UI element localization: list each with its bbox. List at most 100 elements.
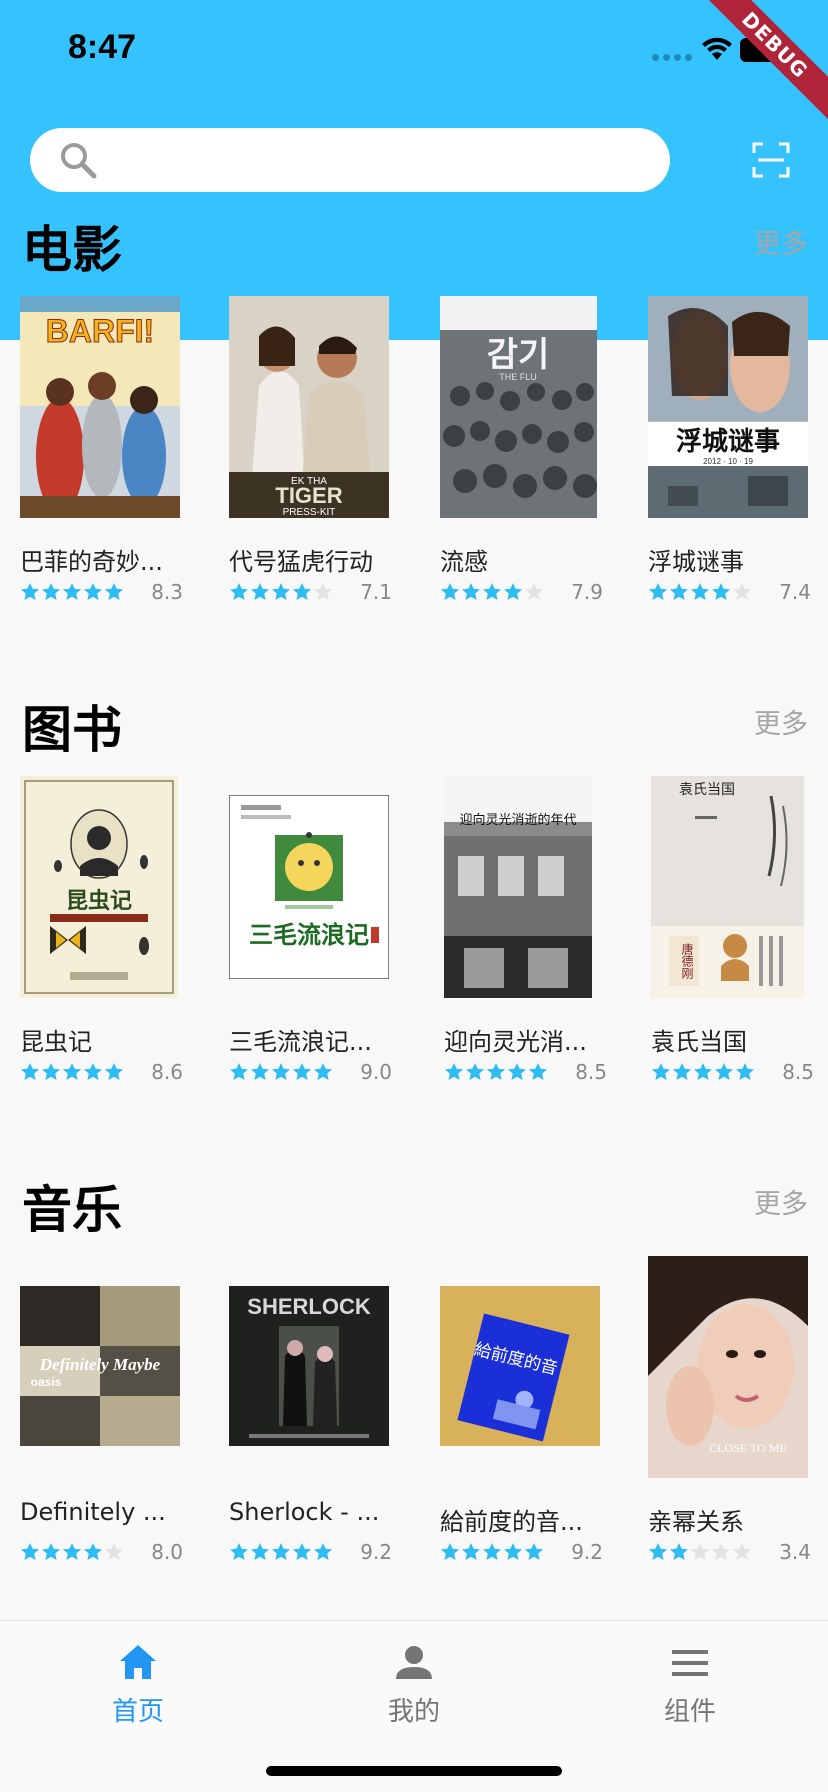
star-icon	[314, 1543, 332, 1560]
home-icon	[120, 1645, 156, 1679]
card-title: Definitely ...	[20, 1498, 166, 1526]
star-icon	[525, 583, 543, 600]
svg-text:oasis: oasis	[31, 1375, 62, 1389]
star-icon	[441, 1543, 459, 1560]
rating-stars: 8.5	[651, 1060, 816, 1088]
star-icon	[504, 583, 522, 600]
star-icon	[230, 1543, 248, 1560]
star-icon	[462, 583, 480, 600]
menu-icon	[672, 1650, 708, 1676]
tab-mine[interactable]: 我的	[344, 1641, 484, 1728]
star-icon	[652, 1063, 670, 1080]
star-icon	[293, 1543, 311, 1560]
star-icon	[230, 583, 248, 600]
star-icon	[441, 583, 459, 600]
tab-components[interactable]: 组件	[620, 1641, 760, 1728]
album-cover: CLOSE TO ME	[648, 1256, 808, 1478]
star-icon	[733, 1543, 751, 1560]
svg-text:浮城谜事: 浮城谜事	[676, 427, 780, 457]
svg-text:2012 · 10 · 19: 2012 · 10 · 19	[703, 457, 753, 466]
star-icon	[673, 1063, 691, 1080]
poster-image: 감기 THE FLU	[440, 296, 597, 518]
star-icon	[84, 583, 102, 600]
star-icon	[293, 1063, 311, 1080]
section-title-books: 图书	[22, 701, 122, 759]
card-title: 流感	[440, 548, 488, 576]
home-indicator	[266, 1766, 562, 1776]
star-icon	[670, 1543, 688, 1560]
star-icon	[251, 1543, 269, 1560]
star-icon	[712, 583, 730, 600]
star-icon	[42, 1063, 60, 1080]
status-time: 8:47	[68, 28, 137, 66]
rating-stars: 7.4	[648, 580, 813, 608]
star-icon	[483, 1543, 501, 1560]
rating-stars: 3.4	[648, 1540, 813, 1568]
tab-mine-label: 我的	[387, 1697, 440, 1727]
star-icon	[314, 583, 332, 600]
star-icon	[483, 583, 501, 600]
star-icon	[712, 1543, 730, 1560]
star-icon	[504, 1543, 522, 1560]
rating-stars: 8.0	[20, 1540, 185, 1568]
rating-value: 8.3	[151, 580, 183, 604]
card-title: 亲幂关系	[648, 1508, 744, 1536]
star-icon	[105, 1543, 123, 1560]
rating-stars: 9.0	[229, 1060, 394, 1088]
tab-home-label: 首页	[111, 1697, 164, 1727]
person-icon	[396, 1646, 432, 1679]
scan-icon[interactable]	[752, 142, 790, 178]
svg-text:昆虫记: 昆虫记	[66, 888, 132, 914]
card-title: 浮城谜事	[648, 548, 744, 576]
star-icon	[466, 1063, 484, 1080]
star-icon	[63, 583, 81, 600]
star-icon	[63, 1543, 81, 1560]
rating-value: 7.4	[779, 580, 811, 604]
card-title: 袁氏当国	[651, 1028, 747, 1056]
star-icon	[670, 583, 688, 600]
album-cover: Definitely Maybe oasis	[20, 1286, 180, 1446]
rating-value: 8.0	[151, 1540, 183, 1564]
star-icon	[649, 1543, 667, 1560]
cover-image: 昆虫记	[20, 776, 178, 998]
star-icon	[525, 1543, 543, 1560]
star-icon	[251, 583, 269, 600]
card-title: 昆虫记	[20, 1028, 92, 1056]
tab-home[interactable]: 首页	[68, 1641, 208, 1728]
wifi-icon	[702, 37, 732, 60]
star-icon	[21, 1543, 39, 1560]
poster-image: 浮城谜事 2012 · 10 · 19	[648, 296, 808, 518]
more-books-link[interactable]: 更多	[754, 702, 808, 741]
rating-value: 3.4	[779, 1540, 811, 1564]
star-icon	[42, 583, 60, 600]
star-icon	[272, 583, 290, 600]
search-input[interactable]	[30, 128, 670, 192]
star-icon	[21, 583, 39, 600]
star-icon	[272, 1063, 290, 1080]
section-title-movies: 电影	[22, 221, 122, 279]
cover-image: 三毛流浪记	[229, 795, 389, 979]
star-icon	[508, 1063, 526, 1080]
more-movies-link[interactable]: 更多	[754, 222, 808, 261]
rating-stars: 9.2	[229, 1540, 394, 1568]
star-icon	[715, 1063, 733, 1080]
svg-text:THE FLU: THE FLU	[499, 372, 537, 382]
svg-text:TIGER: TIGER	[275, 483, 342, 508]
rating-stars: 9.2	[440, 1540, 605, 1568]
status-bar: 8:47	[0, 0, 828, 100]
more-music-link[interactable]: 更多	[754, 1182, 808, 1221]
cover-image: 袁氏当国 唐德刚	[651, 776, 804, 998]
star-icon	[529, 1063, 547, 1080]
rating-value: 7.9	[571, 580, 603, 604]
poster-image: EK THA TIGER PRESS-KIT	[229, 296, 389, 518]
star-icon	[230, 1063, 248, 1080]
card-title: 代号猛虎行动	[229, 548, 373, 576]
star-icon	[691, 583, 709, 600]
star-icon	[84, 1543, 102, 1560]
svg-text:PRESS-KIT: PRESS-KIT	[283, 507, 336, 518]
rating-value: 9.0	[360, 1060, 392, 1084]
search-icon	[61, 143, 97, 179]
star-icon	[21, 1063, 39, 1080]
rating-value: 9.2	[360, 1540, 392, 1564]
star-icon	[691, 1543, 709, 1560]
